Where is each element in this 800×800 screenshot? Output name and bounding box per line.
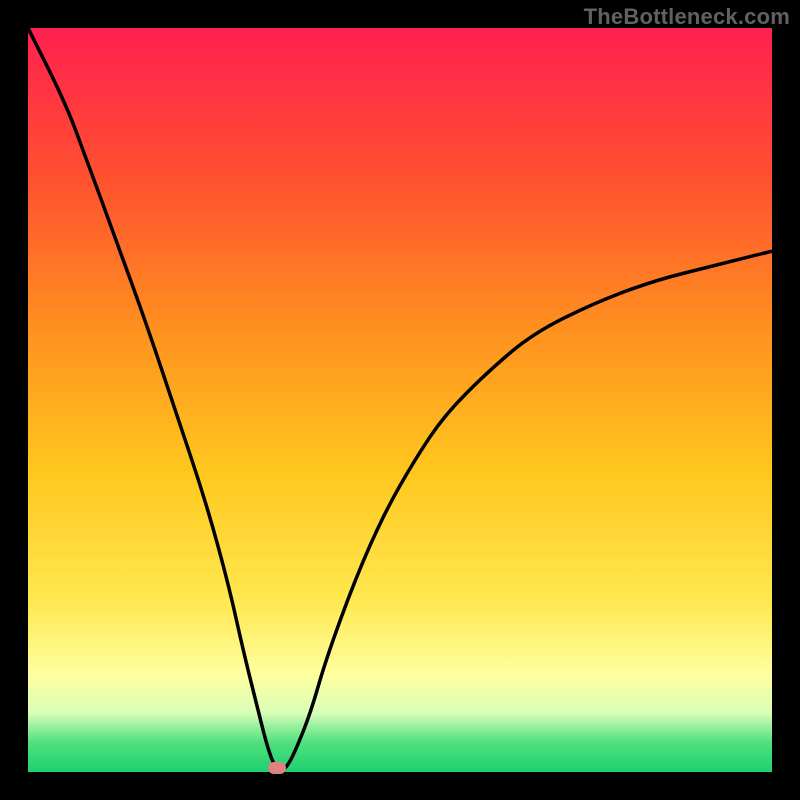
- chart-plot-area: [28, 28, 772, 772]
- bottleneck-min-marker: [268, 762, 286, 774]
- bottleneck-curve: [28, 28, 772, 772]
- curve-path: [28, 28, 772, 770]
- chart-frame: TheBottleneck.com: [0, 0, 800, 800]
- watermark-text: TheBottleneck.com: [584, 4, 790, 30]
